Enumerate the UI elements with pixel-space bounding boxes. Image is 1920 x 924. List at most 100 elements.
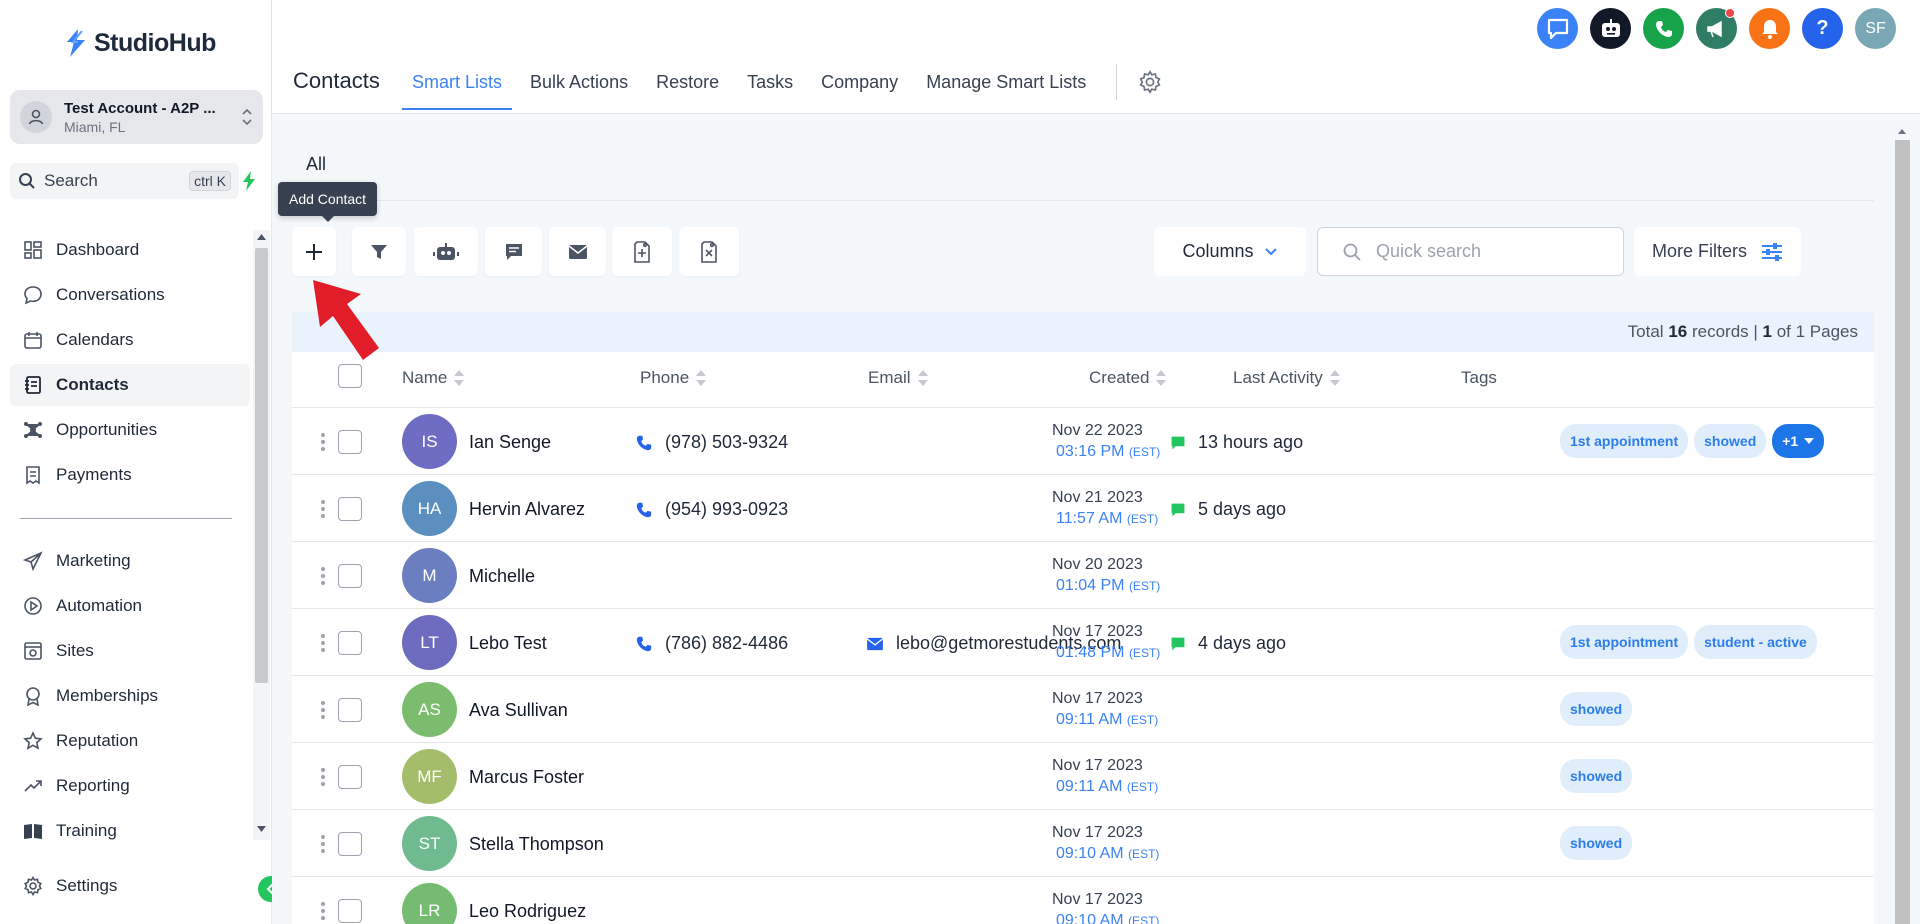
contact-avatar[interactable]: AS [402, 682, 457, 737]
row-actions-menu[interactable] [320, 432, 326, 452]
contact-phone[interactable]: (954) 993-0923 [635, 499, 788, 520]
sidebar-item-settings[interactable]: Settings [10, 865, 250, 907]
sidebar-item-dashboard[interactable]: Dashboard [10, 229, 250, 271]
scroll-down-arrow-icon[interactable] [257, 826, 266, 832]
sidebar-item-automation[interactable]: Automation [10, 585, 250, 627]
row-actions-menu[interactable] [320, 499, 326, 519]
contact-name[interactable]: Stella Thompson [469, 834, 604, 855]
table-row[interactable]: LR Leo Rodriguez Nov 17 2023 09:10 AM (EST) [292, 877, 1874, 924]
sidebar-item-reporting[interactable]: Reporting [10, 765, 250, 807]
sidebar-item-sites[interactable]: Sites [10, 630, 250, 672]
ai-bot-button[interactable] [1590, 8, 1631, 49]
scroll-up-arrow-icon[interactable] [1892, 126, 1912, 136]
filter-button[interactable] [352, 227, 406, 276]
column-header-phone[interactable]: Phone [640, 368, 707, 388]
row-checkbox[interactable] [338, 497, 362, 521]
add-tag-button[interactable] [612, 227, 672, 276]
tag-badge[interactable]: student - active [1694, 625, 1817, 659]
account-switcher[interactable]: Test Account - A2P ... Miami, FL [10, 90, 263, 144]
tab-company[interactable]: Company [811, 66, 908, 110]
announcements-button[interactable] [1696, 8, 1737, 49]
column-header-email[interactable]: Email [868, 368, 929, 388]
row-checkbox[interactable] [338, 631, 362, 655]
phone-button[interactable] [1643, 8, 1684, 49]
column-header-last-activity[interactable]: Last Activity [1233, 368, 1341, 388]
automation-bot-button[interactable] [414, 227, 478, 276]
contact-avatar[interactable]: LT [402, 615, 457, 670]
columns-dropdown[interactable]: Columns [1154, 227, 1306, 276]
sidebar-item-calendars[interactable]: Calendars [10, 319, 250, 361]
smart-list-tab-all[interactable]: All [306, 154, 326, 175]
table-row[interactable]: ST Stella Thompson Nov 17 2023 09:10 AM (ES… [292, 810, 1874, 877]
sidebar-item-marketing[interactable]: Marketing [10, 540, 250, 582]
contact-name[interactable]: Hervin Alvarez [469, 499, 585, 520]
table-row[interactable]: MF Marcus Foster Nov 17 2023 09:11 AM (EST)… [292, 743, 1874, 810]
row-actions-menu[interactable] [320, 834, 326, 854]
sidebar-item-training[interactable]: Training [10, 810, 250, 852]
table-row[interactable]: AS Ava Sullivan Nov 17 2023 09:11 AM (EST) s… [292, 676, 1874, 743]
tag-badge[interactable]: showed [1560, 826, 1633, 860]
row-checkbox[interactable] [338, 698, 362, 722]
contact-avatar[interactable]: MF [402, 749, 457, 804]
column-header-name[interactable]: Name [402, 368, 465, 388]
tag-badge[interactable]: 1st appointment [1560, 424, 1689, 458]
row-checkbox[interactable] [338, 765, 362, 789]
quick-search-input[interactable] [1376, 241, 1596, 262]
contact-name[interactable]: Ava Sullivan [469, 700, 568, 721]
tab-bulk-actions[interactable]: Bulk Actions [520, 66, 638, 110]
column-header-created[interactable]: Created [1089, 368, 1167, 388]
contact-avatar[interactable]: M [402, 548, 457, 603]
help-button[interactable]: ? [1802, 8, 1843, 49]
table-row[interactable]: LT Lebo Test (786) 882-4486 lebo@getmorestu… [292, 609, 1874, 676]
scroll-up-arrow-icon[interactable] [257, 234, 266, 240]
contacts-settings-button[interactable] [1138, 70, 1162, 94]
sidebar-scrollbar-thumb[interactable] [255, 248, 268, 683]
table-row[interactable]: M Michelle Nov 20 2023 01:04 PM (EST) [292, 542, 1874, 609]
remove-tag-button[interactable] [679, 227, 739, 276]
contact-avatar[interactable]: LR [402, 883, 457, 924]
more-filters-button[interactable]: More Filters [1634, 227, 1801, 276]
tag-badge[interactable]: showed [1560, 759, 1633, 793]
row-actions-menu[interactable] [320, 566, 326, 586]
sidebar-item-memberships[interactable]: Memberships [10, 675, 250, 717]
row-checkbox[interactable] [338, 899, 362, 923]
notifications-button[interactable] [1749, 8, 1790, 49]
row-actions-menu[interactable] [320, 901, 326, 921]
row-checkbox[interactable] [338, 430, 362, 454]
chat-widget-button[interactable] [1537, 8, 1578, 49]
tab-manage-smart-lists[interactable]: Manage Smart Lists [916, 66, 1096, 110]
contact-name[interactable]: Leo Rodriguez [469, 901, 586, 922]
sidebar-item-opportunities[interactable]: Opportunities [10, 409, 250, 451]
row-checkbox[interactable] [338, 564, 362, 588]
sidebar-item-payments[interactable]: Payments [10, 454, 250, 496]
row-actions-menu[interactable] [320, 767, 326, 787]
add-contact-button[interactable] [292, 227, 336, 276]
row-actions-menu[interactable] [320, 633, 326, 653]
contact-avatar[interactable]: IS [402, 414, 457, 469]
contact-phone[interactable]: (786) 882-4486 [635, 633, 788, 654]
sidebar-item-conversations[interactable]: Conversations [10, 274, 250, 316]
contact-avatar[interactable]: ST [402, 816, 457, 871]
sidebar-item-reputation[interactable]: Reputation [10, 720, 250, 762]
app-logo[interactable]: StudioHub [64, 28, 216, 58]
tab-restore[interactable]: Restore [646, 66, 729, 110]
main-scrollbar[interactable] [1892, 126, 1912, 924]
quick-actions-button[interactable] [234, 163, 264, 199]
contact-phone[interactable]: (978) 503-9324 [635, 432, 788, 453]
user-avatar[interactable]: SF [1855, 8, 1896, 49]
row-checkbox[interactable] [338, 832, 362, 856]
main-scrollbar-thumb[interactable] [1895, 140, 1910, 924]
tab-tasks[interactable]: Tasks [737, 66, 803, 110]
contact-name[interactable]: Michelle [469, 566, 535, 587]
more-tags-button[interactable]: +1 [1772, 424, 1825, 458]
sidebar-item-contacts[interactable]: Contacts [10, 364, 250, 406]
table-row[interactable]: HA Hervin Alvarez (954) 993-0923 Nov 21 202… [292, 475, 1874, 542]
tab-smart-lists[interactable]: Smart Lists [402, 66, 513, 110]
contact-name[interactable]: Marcus Foster [469, 767, 584, 788]
tag-badge[interactable]: showed [1694, 424, 1767, 458]
quick-search[interactable] [1317, 227, 1624, 276]
contact-avatar[interactable]: HA [402, 481, 457, 536]
contact-name[interactable]: Ian Senge [469, 432, 551, 453]
send-sms-button[interactable] [485, 227, 542, 276]
row-actions-menu[interactable] [320, 700, 326, 720]
